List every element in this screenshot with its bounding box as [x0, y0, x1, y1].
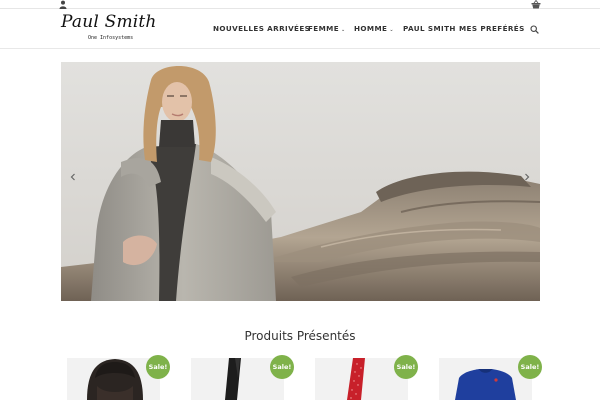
nav-item-favorites[interactable]: MES PREFÉRÉS [459, 24, 525, 36]
basket-icon[interactable] [531, 0, 541, 9]
nav-label: NOUVELLES ARRIVÉES [213, 24, 311, 33]
nav-item-homme[interactable]: HOMME ⌄ [354, 24, 394, 36]
nav-label: FEMME [308, 24, 340, 33]
hero-slider-image[interactable] [61, 62, 540, 301]
chevron-down-icon: ⌄ [389, 27, 394, 33]
sale-badge: Sale! [394, 355, 418, 379]
featured-products-title: Produits Présentés [244, 329, 356, 343]
nav-item-new-arrivals[interactable]: NOUVELLES ARRIVÉES [213, 24, 310, 36]
nav-label: HOMME [354, 24, 388, 33]
nav-item-paul-smith[interactable]: PAUL SMITH [403, 24, 456, 36]
search-icon[interactable] [530, 25, 539, 34]
nav-label: MES PREFÉRÉS [459, 24, 525, 33]
chevron-left-icon[interactable] [69, 172, 77, 182]
user-icon[interactable] [59, 0, 67, 9]
nav-label: PAUL SMITH [403, 24, 456, 33]
sale-badge: Sale! [518, 355, 542, 379]
chevron-down-icon: ⌄ [341, 27, 346, 33]
site-header: Paul Smith One Infosystems NOUVELLES ARR… [0, 9, 600, 49]
logo-wordmark: Paul Smith [61, 12, 157, 32]
sale-badge: Sale! [270, 355, 294, 379]
brand-logo[interactable]: Paul Smith One Infosystems [61, 12, 169, 46]
sale-badge: Sale! [146, 355, 170, 379]
top-utility-bar [0, 0, 600, 9]
nav-item-femme[interactable]: FEMME ⌄ [308, 24, 346, 36]
logo-tagline: One Infosystems [88, 35, 134, 41]
chevron-right-icon[interactable] [523, 172, 531, 182]
